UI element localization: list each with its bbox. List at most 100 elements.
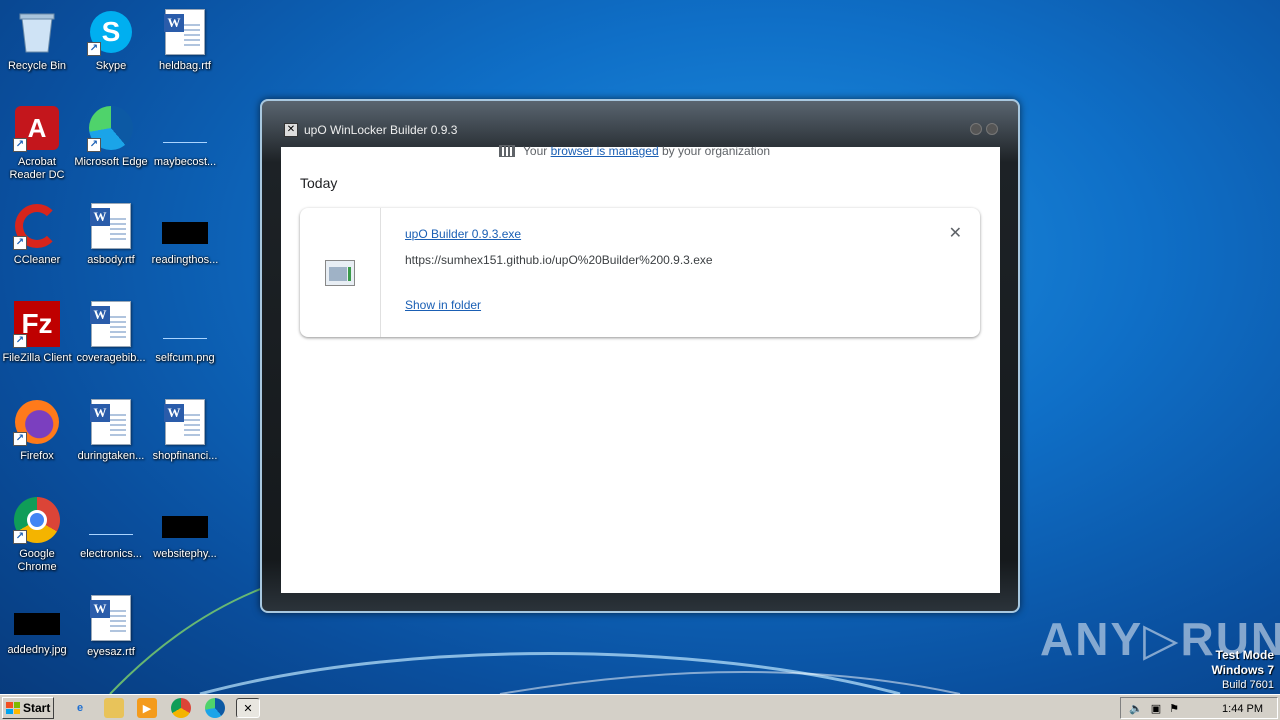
desktop-icon-addedny[interactable]: addedny.jpg — [0, 604, 74, 657]
desktop-icon-filezilla[interactable]: Fz ↗ FileZilla Client — [0, 300, 74, 365]
desktop-icon-label: Firefox — [20, 450, 54, 462]
desktop-icon-label: Acrobat Reader DC — [9, 156, 65, 181]
desktop-icon-label: FileZilla Client — [2, 352, 72, 364]
file-icon — [87, 496, 135, 544]
chrome-icon: ↗ — [13, 496, 61, 544]
show-in-folder-link[interactable]: Show in folder — [405, 298, 481, 312]
taskbar: Start e ▶ ✕ 🔈 ▣ ⚑ 1:44 PM — [0, 694, 1280, 720]
desktop-icon-label: Google Chrome — [17, 548, 57, 573]
desktop-icon-websitephy[interactable]: websitephy... — [148, 496, 222, 561]
desktop-icon-label: coveragebib... — [76, 352, 146, 364]
managed-prefix: Your — [523, 144, 548, 158]
app-icon: ✕ — [284, 123, 298, 137]
desktop-icon-recycle-bin[interactable]: Recycle Bin — [0, 8, 74, 73]
word-document-icon: W — [161, 398, 209, 446]
image-file-icon — [161, 300, 209, 348]
image-file-icon — [161, 202, 209, 250]
download-filename-link[interactable]: upO Builder 0.9.3.exe — [405, 227, 521, 241]
desktop-icon-electronics[interactable]: electronics... — [74, 496, 148, 561]
system-tray: 🔈 ▣ ⚑ 1:44 PM — [1120, 697, 1278, 719]
desktop-icon-maybecost[interactable]: maybecost... — [148, 104, 222, 169]
word-document-icon: W — [87, 594, 135, 642]
word-document-icon: W — [87, 398, 135, 446]
os-label: Windows 7 — [1211, 663, 1274, 677]
window-titlebar[interactable]: ✕ upO WinLocker Builder 0.9.3 — [284, 121, 457, 139]
window-controls — [970, 123, 998, 135]
desktop-icon-coveragebib[interactable]: W coveragebib... — [74, 300, 148, 365]
app-window[interactable]: ✕ upO WinLocker Builder 0.9.3 Your brows… — [260, 99, 1020, 613]
windows-logo-icon — [6, 702, 20, 714]
start-label: Start — [23, 701, 51, 715]
remove-download-close-icon[interactable]: ✕ — [949, 226, 962, 242]
desktop-icon-skype[interactable]: S ↗ Skype — [74, 8, 148, 73]
managed-suffix: by your organization — [662, 144, 771, 158]
desktop-icon-shopfinanci[interactable]: W shopfinanci... — [148, 398, 222, 463]
network-icon[interactable]: ▣ — [1151, 702, 1161, 715]
recycle-bin-icon — [13, 8, 61, 56]
downloads-page: Your browser is managed by your organiza… — [281, 144, 1000, 593]
desktop-icon-acrobat[interactable]: A ↗ Acrobat Reader DC — [0, 104, 74, 182]
word-document-icon: W — [87, 300, 135, 348]
action-center-flag-icon[interactable]: ⚑ — [1169, 702, 1179, 715]
managed-link[interactable]: browser is managed — [551, 144, 659, 158]
desktop-icon-readingthos[interactable]: readingthos... — [148, 202, 222, 267]
section-heading-today: Today — [300, 175, 338, 191]
edge-taskbar-icon[interactable] — [205, 698, 225, 718]
firefox-icon: ↗ — [13, 398, 61, 446]
image-file-icon — [13, 604, 61, 640]
desktop-icon-chrome[interactable]: ↗ Google Chrome — [0, 496, 74, 574]
close-button[interactable] — [986, 123, 998, 135]
desktop-icon-asbody[interactable]: W asbody.rtf — [74, 202, 148, 267]
clock[interactable]: 1:44 PM — [1222, 703, 1263, 715]
ccleaner-icon: ↗ — [13, 202, 61, 250]
desktop-icon-duringtaken[interactable]: W duringtaken... — [74, 398, 148, 463]
desktop-icon-label: Microsoft Edge — [74, 156, 148, 168]
chrome-taskbar-icon[interactable] — [171, 698, 191, 718]
ie-taskbar-icon[interactable]: e — [70, 698, 90, 718]
desktop-icon-label: duringtaken... — [77, 450, 145, 462]
winlocker-taskbar-icon[interactable]: ✕ — [236, 698, 260, 718]
desktop-icon-heldbag[interactable]: W heldbag.rtf — [148, 8, 222, 73]
file-icon — [161, 104, 209, 152]
desktop-icon-edge[interactable]: ↗ Microsoft Edge — [74, 104, 148, 169]
acrobat-icon: A ↗ — [13, 104, 61, 152]
word-document-icon: W — [161, 8, 209, 56]
desktop-icon-label: CCleaner — [13, 254, 61, 266]
desktop-icon-label: selfcum.png — [155, 352, 215, 364]
volume-icon[interactable]: 🔈 — [1129, 702, 1143, 715]
desktop-icon-label: websitephy... — [153, 548, 217, 560]
window-title: upO WinLocker Builder 0.9.3 — [304, 123, 458, 137]
explorer-folder-icon[interactable] — [104, 698, 124, 718]
test-mode-watermark: Test Mode Windows 7 Build 7601 — [1211, 648, 1274, 692]
building-icon — [499, 145, 515, 157]
desktop-icon-selfcum[interactable]: selfcum.png — [148, 300, 222, 365]
desktop-icon-label: electronics... — [80, 548, 142, 560]
desktop-icon-label: Skype — [95, 60, 127, 72]
build-label: Build 7601 — [1222, 679, 1274, 691]
edge-icon: ↗ — [87, 104, 135, 152]
media-player-icon[interactable]: ▶ — [137, 698, 157, 718]
word-document-icon: W — [87, 202, 135, 250]
skype-icon: S ↗ — [87, 8, 135, 56]
desktop-icon-label: shopfinanci... — [152, 450, 218, 462]
desktop-icon-firefox[interactable]: ↗ Firefox — [0, 398, 74, 463]
download-item-card: upO Builder 0.9.3.exe https://sumhex151.… — [300, 208, 980, 337]
desktop-icon-label: maybecost... — [153, 156, 217, 168]
start-button[interactable]: Start — [2, 697, 54, 719]
image-file-icon — [161, 496, 209, 544]
minimize-button[interactable] — [970, 123, 982, 135]
desktop-icon-label: heldbag.rtf — [159, 60, 211, 72]
desktop-icon-label: readingthos... — [151, 254, 219, 266]
download-url: https://sumhex151.github.io/upO%20Builde… — [405, 253, 713, 267]
executable-file-icon — [325, 259, 355, 286]
desktop-icon-eyesaz[interactable]: W eyesaz.rtf — [74, 594, 148, 659]
desktop-icon-label: addedny.jpg — [7, 644, 67, 656]
desktop-icon-label: Recycle Bin — [7, 60, 67, 72]
desktop-icon-label: eyesaz.rtf — [87, 646, 135, 658]
test-mode-label: Test Mode — [1215, 648, 1274, 662]
managed-notice: Your browser is managed by your organiza… — [499, 144, 770, 158]
desktop-icon-label: asbody.rtf — [87, 254, 135, 266]
download-file-icon-area — [300, 208, 381, 337]
desktop-icon-ccleaner[interactable]: ↗ CCleaner — [0, 202, 74, 267]
filezilla-icon: Fz ↗ — [13, 300, 61, 348]
